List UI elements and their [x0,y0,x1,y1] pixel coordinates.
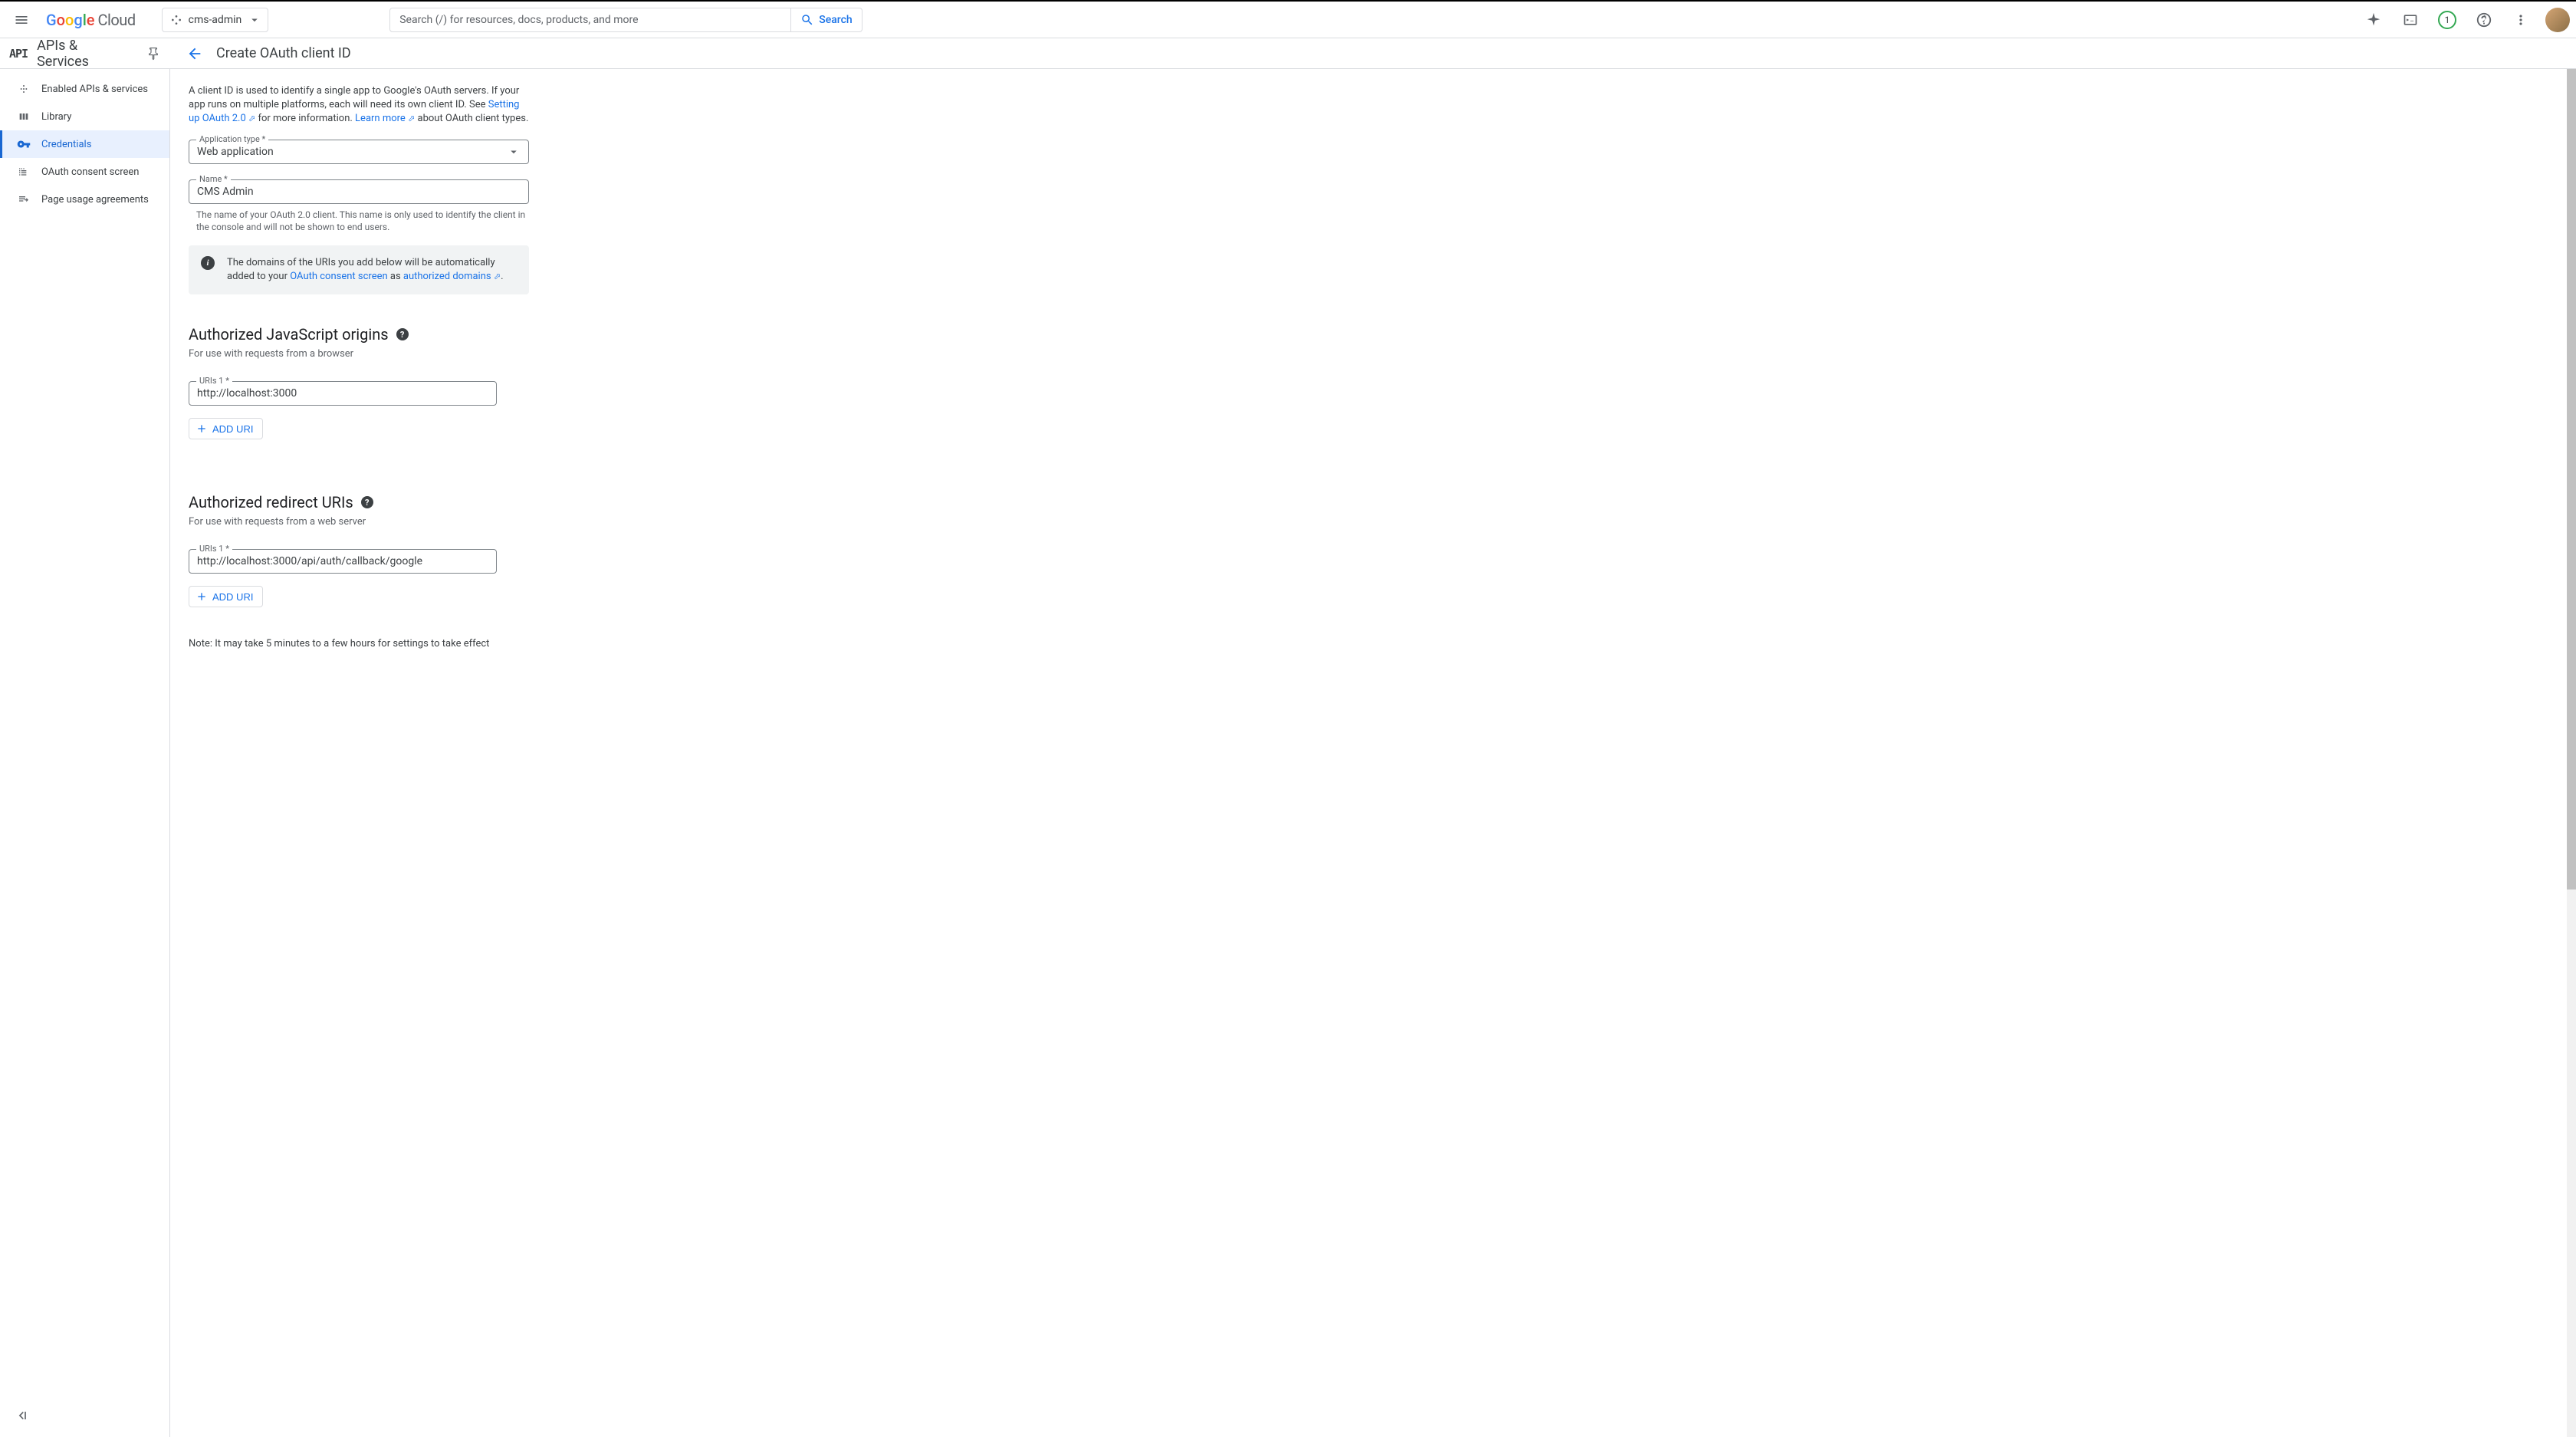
nav-enabled-apis[interactable]: Enabled APIs & services [0,75,169,103]
sparkle-icon [2365,12,2382,28]
api-logo: API [9,47,28,61]
notification-badge: 1 [2438,11,2456,29]
search-button[interactable]: Search [791,8,862,32]
external-link-icon: ⬀ [494,271,501,281]
note-text: Note: It may take 5 minutes to a few hou… [189,638,2558,649]
nav-label: Library [41,111,71,123]
account-avatar[interactable] [2545,8,2570,32]
nav-label: OAuth consent screen [41,166,139,178]
js-origins-help[interactable]: ? [396,328,409,340]
more-button[interactable] [2505,5,2536,35]
gemini-button[interactable] [2358,5,2389,35]
dropdown-icon [248,13,261,27]
js-uri-field[interactable] [197,387,488,400]
cloud-shell-button[interactable] [2395,5,2426,35]
page-subheader: API APIs & Services Create OAuth client … [0,38,2576,69]
authorized-domains-link[interactable]: authorized domains ⬀ [403,271,501,282]
search-placeholder: Search (/) for resources, docs, products… [399,14,638,26]
redirect-uri-label: URIs 1 * [196,544,232,554]
oauth-consent-link[interactable]: OAuth consent screen [290,271,387,282]
name-input-field[interactable] [197,186,521,198]
js-uri-label: URIs 1 * [196,376,232,386]
add-js-uri-button[interactable]: ADD URI [189,418,263,439]
key-icon [17,137,31,151]
redirect-help[interactable]: ? [361,496,373,508]
learn-more-link[interactable]: Learn more ⬀ [355,113,415,124]
search-input[interactable]: Search (/) for resources, docs, products… [389,8,791,32]
sidebar: Enabled APIs & services Library Credenti… [0,69,170,1437]
plus-icon [196,590,208,603]
google-cloud-logo[interactable]: Google Cloud [43,11,139,29]
js-origins-desc: For use with requests from a browser [189,348,2558,360]
hamburger-icon [14,12,29,28]
project-picker[interactable]: cms-admin [162,8,269,32]
nav-library[interactable]: Library [0,103,169,130]
service-title: APIs & Services [37,38,132,70]
nav-label: Enabled APIs & services [41,84,148,95]
pin-icon [146,47,160,61]
redirect-title: Authorized redirect URIs [189,493,353,511]
page-title: Create OAuth client ID [216,45,351,61]
js-uri-input[interactable] [189,381,497,406]
intro-text: A client ID is used to identify a single… [189,84,529,126]
nav-label: Page usage agreements [41,194,149,206]
more-vert-icon [2513,12,2528,28]
info-box: i The domains of the URIs you add below … [189,245,529,294]
add-redirect-uri-button[interactable]: ADD URI [189,586,263,607]
redirect-uri-field[interactable] [197,555,488,567]
library-icon [17,110,31,123]
cloud-logo-text: Cloud [98,11,136,29]
js-origins-title: Authorized JavaScript origins [189,325,389,344]
google-logo-text: Google [46,11,95,29]
project-icon [170,14,182,26]
nav-label: Credentials [41,139,91,150]
app-type-value: Web application [197,146,274,158]
grid-icon [17,83,31,95]
info-icon: i [201,256,215,270]
chevron-left-icon [14,1408,29,1423]
nav-credentials[interactable]: Credentials [0,130,169,158]
terminal-icon [2403,12,2418,28]
external-link-icon: ⬀ [248,113,255,123]
external-link-icon: ⬀ [408,113,415,123]
arrow-back-icon [186,45,203,62]
agreements-icon [17,193,31,206]
pin-button[interactable] [141,41,166,66]
app-type-label: Application type * [196,134,268,144]
consent-icon [17,166,31,178]
nav-oauth-consent[interactable]: OAuth consent screen [0,158,169,186]
help-button[interactable] [2469,5,2499,35]
nav-page-usage[interactable]: Page usage agreements [0,186,169,213]
name-helper: The name of your OAuth 2.0 client. This … [189,209,529,233]
notifications-button[interactable]: 1 [2432,5,2463,35]
redirect-uri-input[interactable] [189,549,497,574]
search-button-label: Search [819,14,852,26]
redirect-desc: For use with requests from a web server [189,516,2558,528]
name-label: Name * [196,174,231,184]
collapse-sidebar-button[interactable] [9,1403,34,1428]
plus-icon [196,423,208,435]
search-icon [800,13,814,27]
dropdown-icon [507,145,521,159]
global-header: Google Cloud cms-admin Search (/) for re… [0,2,2576,38]
main-menu-button[interactable] [6,5,37,35]
scrollbar[interactable] [2567,69,2576,1437]
back-button[interactable] [182,41,207,66]
help-icon [2476,12,2492,28]
name-input[interactable] [189,179,529,204]
main-content: A client ID is used to identify a single… [170,69,2576,1437]
project-name: cms-admin [189,14,242,26]
